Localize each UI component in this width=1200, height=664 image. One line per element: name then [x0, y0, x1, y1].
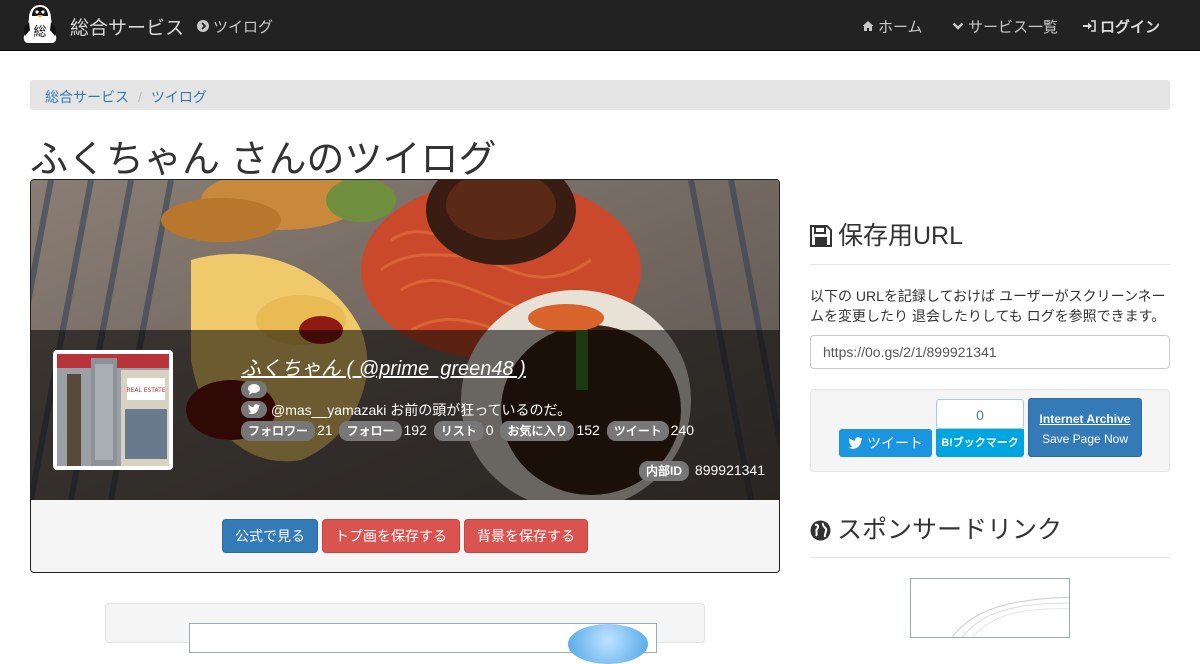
share-panel: ツイート 0 B!ブックマーク Internet Archive Save Pa…	[810, 389, 1170, 472]
stat-lists-value: 0	[485, 422, 494, 438]
chevron-circle-right-icon	[197, 20, 209, 32]
nav-login[interactable]: ログイン	[1083, 16, 1160, 37]
twitter-icon	[248, 404, 260, 414]
breadcrumb: 総合サービス / ツイログ	[30, 80, 1170, 110]
twitter-badge	[241, 401, 267, 418]
globe-icon	[810, 520, 831, 541]
ad-graphic	[568, 624, 648, 664]
stat-following-value: 192	[403, 422, 427, 438]
internal-id: 内部ID 899921341	[639, 461, 765, 481]
comment-badge	[241, 381, 267, 398]
nav-login-label: ログイン	[1100, 19, 1161, 36]
save-top-image-button[interactable]: トプ画を保存する	[322, 519, 460, 553]
home-icon	[862, 21, 874, 31]
comment-icon	[248, 384, 260, 395]
nav-home-label: ホーム	[878, 19, 923, 36]
stat-followers-label: フォロワー	[241, 421, 316, 441]
breadcrumb-home-link[interactable]: 総合サービス	[45, 89, 129, 105]
ad-banner[interactable]	[189, 623, 657, 664]
profile-stats: フォロワー 21 フォロー 192 リスト 0 お気に入り 152 ツイート 240	[241, 421, 697, 441]
nav-tweetlog[interactable]: ツイログ	[197, 16, 273, 37]
divider	[810, 557, 1170, 558]
avatar-image: REAL ESTATE	[57, 354, 169, 466]
stat-tweets-label: ツイート	[606, 421, 669, 441]
save-url-description: 以下の URLを記録しておけば ユーザーがスクリーンネームを変更したり 退会した…	[810, 288, 1166, 324]
internet-archive-button[interactable]: Internet Archive Save Page Now	[1028, 398, 1142, 457]
breadcrumb-separator: /	[138, 89, 142, 105]
tweet-button[interactable]: ツイート	[839, 429, 932, 457]
svg-text:REAL ESTATE: REAL ESTATE	[126, 387, 165, 394]
internal-id-label: 内部ID	[639, 461, 690, 481]
breadcrumb-tweetlog-link[interactable]: ツイログ	[151, 89, 207, 105]
stat-tweets-value: 240	[670, 422, 695, 438]
sign-in-icon	[1083, 20, 1096, 32]
chevron-down-icon	[952, 22, 964, 30]
svg-text:総: 総	[33, 25, 46, 40]
profile-latest-tweet: @mas__yamazaki お前の頭が狂っているのだ。	[241, 400, 571, 420]
tweet-button-label: ツイート	[867, 435, 923, 451]
penguin-logo-icon[interactable]: 総	[18, 2, 62, 46]
save-url-heading-text: 保存用URL	[838, 222, 964, 250]
profile-name-link[interactable]: ふくちゃん ( @prime_green48 )	[241, 352, 526, 381]
save-url-field[interactable]	[810, 335, 1170, 369]
nav-tweetlog-label: ツイログ	[213, 19, 274, 36]
sponsored-links-heading: スポンサードリンク	[810, 510, 1062, 546]
view-official-button[interactable]: 公式で見る	[222, 519, 318, 553]
ad-artwork	[951, 596, 1069, 637]
internet-archive-subtitle: Save Page Now	[1041, 432, 1129, 446]
ad-container	[105, 603, 705, 664]
nav-services[interactable]: サービス一覧	[952, 16, 1058, 37]
profile-avatar[interactable]: REAL ESTATE	[53, 350, 173, 470]
stat-favorites-value: 152	[576, 422, 600, 438]
stat-favorites-label: お気に入り	[500, 421, 575, 441]
stat-lists-label: リスト	[433, 421, 484, 441]
save-url-heading: 保存用URL	[810, 216, 963, 252]
profile-card: REAL ESTATE ふくちゃん ( @prime_green48 ) @ma…	[30, 179, 780, 573]
twitter-icon	[848, 437, 863, 449]
latest-tweet-text: @mas__yamazaki お前の頭が狂っているのだ。	[271, 402, 572, 418]
navbar: 総 総合サービス ツイログ ホーム サービス一覧 ログイン	[0, 0, 1200, 51]
page-title: ふくちゃん さんのツイログ	[30, 139, 497, 181]
save-background-button[interactable]: 背景を保存する	[464, 519, 588, 553]
stat-following-label: フォロー	[339, 421, 402, 441]
sponsored-links-heading-text: スポンサードリンク	[837, 516, 1063, 544]
floppy-disk-icon	[810, 225, 832, 247]
hatena-bookmark-button[interactable]: B!ブックマーク	[936, 429, 1024, 457]
profile-actions: 公式で見る トプ画を保存する 背景を保存する	[31, 519, 779, 553]
stat-followers-value: 21	[317, 422, 333, 438]
internet-archive-title: Internet Archive	[1039, 412, 1131, 426]
internal-id-value: 899921341	[694, 462, 765, 478]
divider	[810, 264, 1170, 265]
sponsored-ad-image[interactable]	[910, 578, 1070, 638]
nav-services-label: サービス一覧	[968, 19, 1059, 36]
hatena-bookmark-count: 0	[936, 399, 1024, 429]
nav-home[interactable]: ホーム	[862, 16, 923, 37]
brand-link[interactable]: 総合サービス	[70, 13, 184, 40]
